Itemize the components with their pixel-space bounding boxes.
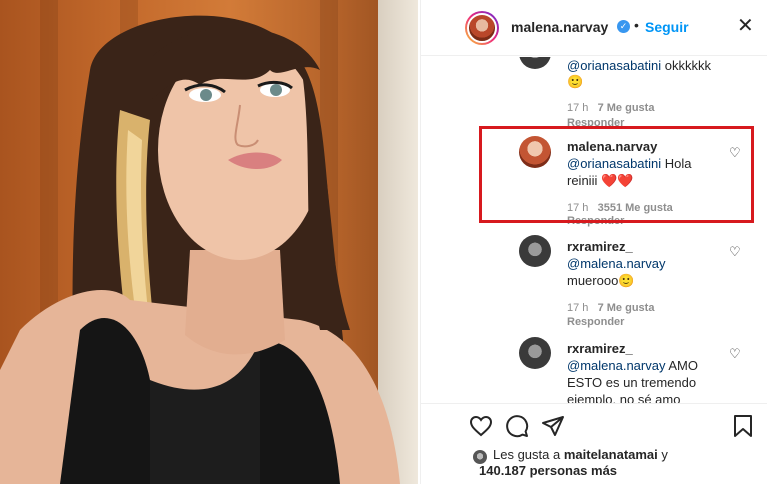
likes-count[interactable]: 140.187 personas más xyxy=(479,463,617,479)
like-comment-heart-icon[interactable]: ♡ xyxy=(729,244,741,260)
comment-time: 17 h xyxy=(567,302,589,314)
comment-mention[interactable]: @orianasabatini xyxy=(567,58,661,73)
post-actions: Les gusta a maitelanatamai y 140.187 per… xyxy=(421,403,767,484)
comment-time: 17 h xyxy=(567,102,589,114)
red-highlight-box xyxy=(479,126,754,223)
heart-icon[interactable] xyxy=(469,414,493,438)
comment-mention: @malena.narvay xyxy=(567,256,666,271)
comments-list[interactable]: @orianasabatini okkkkkk 🙂 17 h 7 Me gust… xyxy=(421,57,767,403)
likes-prefix: Les gusta a xyxy=(493,447,561,462)
comment-meta: 17 h 7 Me gusta xyxy=(567,302,654,314)
comment-likes[interactable]: 7 Me gusta xyxy=(598,302,655,314)
author-username[interactable]: malena.narvay xyxy=(511,19,608,35)
comment-mention[interactable]: @malena.narvay xyxy=(567,358,665,373)
comment-username[interactable]: rxramirez_ xyxy=(567,238,633,255)
separator-dot: • xyxy=(634,17,639,33)
like-comment-heart-icon[interactable]: ♡ xyxy=(729,346,741,362)
comment-avatar[interactable] xyxy=(519,235,551,267)
verified-icon: ✓ xyxy=(617,20,630,33)
comment-likes[interactable]: 7 Me gusta xyxy=(598,102,655,114)
post-photo[interactable] xyxy=(0,0,418,484)
comment-body: AMO xyxy=(668,358,698,373)
follow-button[interactable]: Seguir xyxy=(645,19,689,35)
bookmark-icon[interactable] xyxy=(731,414,755,438)
close-icon[interactable]: ✕ xyxy=(737,16,754,36)
author-avatar[interactable] xyxy=(465,11,499,45)
comment-body: okkkkkk xyxy=(664,58,712,73)
comment-text: muerooo🙂 xyxy=(567,272,635,289)
reply-button[interactable]: Responder xyxy=(567,316,624,328)
comment-avatar[interactable] xyxy=(519,337,551,369)
liker-username[interactable]: maitelanatamai xyxy=(564,447,658,462)
comment-text-line: ESTO es un tremendo xyxy=(567,375,697,390)
post-header: malena.narvay ✓ • Seguir ✕ xyxy=(421,0,767,56)
comment-emoji: 🙂 xyxy=(618,273,635,288)
likes-conj: y xyxy=(661,447,668,462)
share-icon[interactable] xyxy=(541,414,565,438)
comment-username[interactable]: rxramirez_ xyxy=(567,340,633,357)
comment-meta: 17 h 7 Me gusta xyxy=(567,102,654,114)
comment-text: @malena.narvay AMO xyxy=(567,357,698,374)
comment-text-line: ejemplo, no sé amo xyxy=(567,392,681,403)
portrait-illustration xyxy=(0,15,400,484)
comment-body: muerooo xyxy=(567,273,619,288)
comment-text: @orianasabatini okkkkkk xyxy=(567,57,711,74)
comment-emoji: 🙂 xyxy=(567,74,584,89)
likes-summary: Les gusta a maitelanatamai y xyxy=(493,447,668,463)
post-detail-panel: malena.narvay ✓ • Seguir ✕ @orianasabati… xyxy=(420,0,767,484)
comment-avatar[interactable] xyxy=(519,57,551,69)
liker-avatar[interactable] xyxy=(473,450,487,464)
comment-icon[interactable] xyxy=(505,414,529,438)
